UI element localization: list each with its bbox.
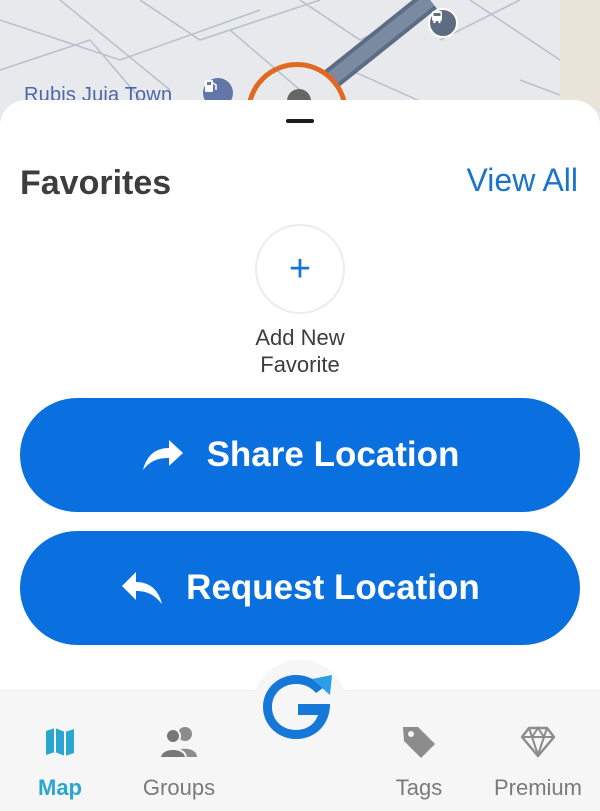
- map-icon: [0, 721, 120, 763]
- add-new-favorite[interactable]: + Add New Favorite: [200, 224, 400, 378]
- refresh-logo-icon: [260, 671, 340, 746]
- nav-groups-label: Groups: [142, 775, 216, 800]
- nav-tags-label: Tags: [395, 775, 443, 800]
- add-favorite-label-line1: Add New: [255, 325, 345, 350]
- groups-icon: [119, 721, 239, 763]
- add-favorite-label: Add New Favorite: [200, 324, 400, 378]
- nav-map-label: Map: [38, 775, 82, 800]
- favorites-title: Favorites: [20, 164, 172, 202]
- app-logo-button[interactable]: [252, 660, 348, 756]
- reply-arrow-icon: [120, 570, 164, 606]
- plus-icon: +: [288, 248, 312, 290]
- diamond-icon: [478, 721, 598, 763]
- nav-tab-groups[interactable]: Groups: [119, 721, 239, 801]
- nav-tab-premium[interactable]: Premium: [478, 721, 598, 801]
- bus-icon[interactable]: [428, 8, 458, 38]
- request-location-label: Request Location: [186, 568, 480, 607]
- share-location-button[interactable]: Share Location: [20, 398, 580, 512]
- nav-tab-map[interactable]: Map: [0, 721, 120, 801]
- sheet-drag-handle[interactable]: [286, 119, 314, 123]
- tag-icon: [359, 721, 479, 763]
- nav-premium-label: Premium: [493, 775, 582, 800]
- share-arrow-icon: [141, 438, 185, 472]
- share-location-label: Share Location: [206, 435, 460, 474]
- nav-tab-tags[interactable]: Tags: [359, 721, 479, 801]
- view-all-link[interactable]: View All: [467, 162, 578, 199]
- request-location-button[interactable]: Request Location: [20, 531, 580, 645]
- add-favorite-label-line2: Favorite: [260, 352, 340, 377]
- add-favorite-button[interactable]: +: [255, 224, 345, 314]
